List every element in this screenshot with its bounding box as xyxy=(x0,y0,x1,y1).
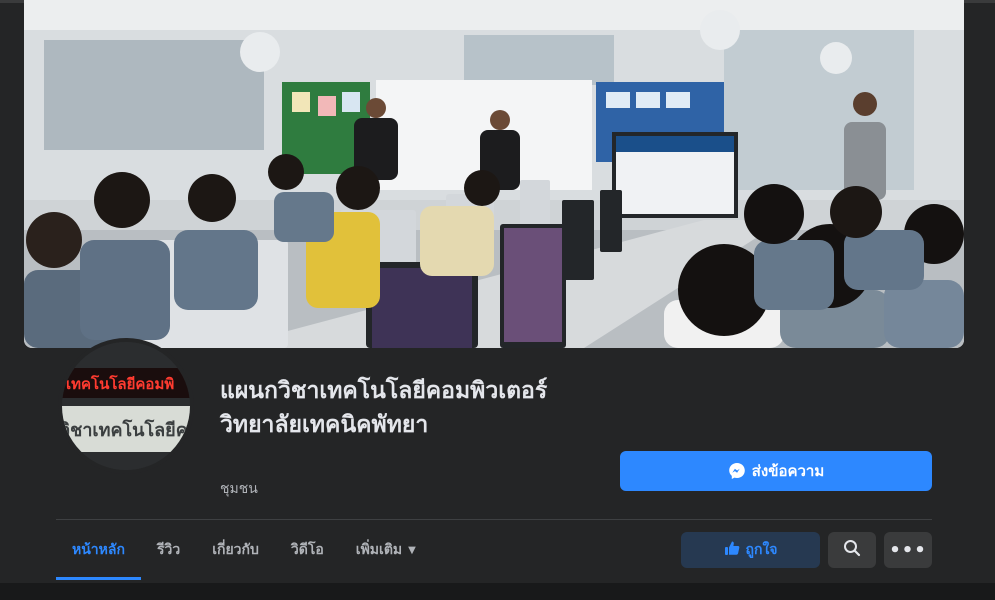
more-options-button[interactable]: ••• xyxy=(884,532,932,568)
page-category[interactable]: ชุมชน xyxy=(220,478,258,500)
more-dots-icon: ••• xyxy=(889,539,927,561)
cover-photo[interactable] xyxy=(24,0,964,348)
tab-home-label: หน้าหลัก xyxy=(72,542,125,558)
page-body-edge xyxy=(0,583,995,600)
tab-reviews-label: รีวิว xyxy=(156,542,181,558)
like-label: ถูกใจ xyxy=(745,542,778,558)
tab-more-label: เพิ่มเติม xyxy=(355,542,403,558)
like-button[interactable]: ถูกใจ xyxy=(681,532,820,568)
tab-about[interactable]: เกี่ยวกับ xyxy=(196,520,275,580)
search-button[interactable] xyxy=(828,532,876,568)
avatar-text-bottom: วิชาเทคโนโลยีคอมพิ xyxy=(62,419,190,441)
search-icon xyxy=(843,539,861,561)
tab-reviews[interactable]: รีวิว xyxy=(141,520,196,580)
page-avatar[interactable]: เทคโนโลยีคอมพิ วิชาเทคโนโลยีคอมพิ xyxy=(58,338,194,474)
caret-down-icon: ▼ xyxy=(408,544,416,556)
messenger-icon xyxy=(728,462,746,480)
thumbs-up-icon xyxy=(724,540,740,560)
tab-videos-label: วิดีโอ xyxy=(290,542,324,558)
tab-about-label: เกี่ยวกับ xyxy=(212,542,259,558)
tab-more[interactable]: เพิ่มเติม ▼ xyxy=(340,520,432,580)
page-tabs: หน้าหลัก รีวิว เกี่ยวกับ วิดีโอ เพิ่มเติ… xyxy=(56,520,432,580)
tab-videos[interactable]: วิดีโอ xyxy=(275,520,340,580)
tab-home[interactable]: หน้าหลัก xyxy=(56,520,141,580)
send-message-button[interactable]: ส่งข้อความ xyxy=(620,451,932,491)
send-message-label: ส่งข้อความ xyxy=(751,462,825,480)
avatar-text-top: เทคโนโลยีคอมพิ xyxy=(66,374,174,393)
page-title: แผนกวิชาเทคโนโลยีคอมพิวเตอร์ วิทยาลัยเทค… xyxy=(220,378,548,438)
